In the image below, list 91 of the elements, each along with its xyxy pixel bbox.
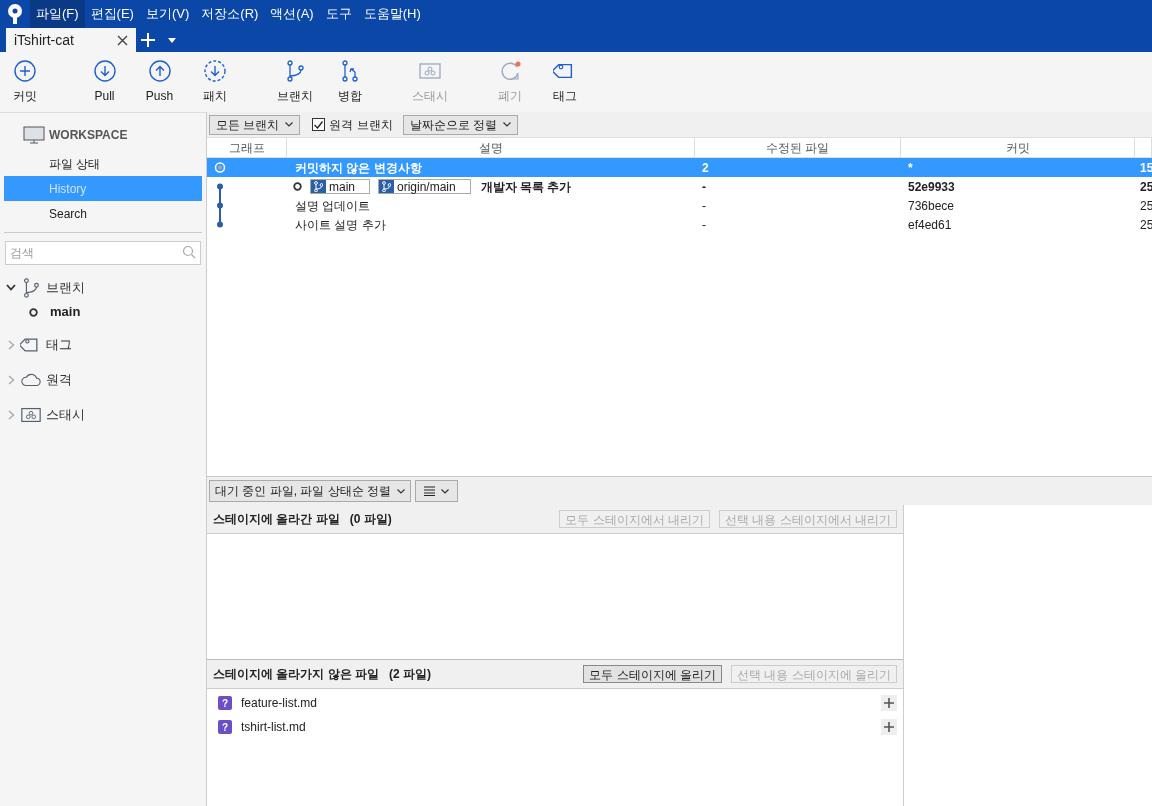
branch-icon bbox=[382, 181, 391, 192]
chevron-right-icon[interactable] bbox=[7, 339, 15, 350]
toolbar-button[interactable]: Pull bbox=[77, 54, 132, 110]
plus-icon bbox=[884, 698, 894, 708]
plus-icon bbox=[884, 722, 894, 732]
menu-item[interactable]: 보기(V) bbox=[139, 0, 196, 28]
chevron-down-icon bbox=[397, 488, 405, 494]
chevron-right-icon[interactable] bbox=[7, 374, 15, 385]
menu-item[interactable]: 파일(F) bbox=[30, 0, 85, 28]
file-status-badge: ? bbox=[218, 720, 232, 734]
chevron-down-icon bbox=[285, 122, 294, 127]
table-cell-text: - bbox=[701, 197, 707, 215]
sidebar-item[interactable]: 파일 상태 bbox=[4, 151, 202, 176]
column-header[interactable]: 설명 bbox=[287, 138, 695, 157]
commit-message: 커밋하지 않은 변경사항 bbox=[295, 159, 422, 177]
tree-item[interactable]: 원격 bbox=[46, 369, 72, 390]
panel-title: 스테이지에 올라간 파일 bbox=[213, 511, 340, 528]
stage-file-button[interactable] bbox=[881, 719, 897, 735]
table-cell-text: 25 bbox=[1139, 197, 1152, 215]
table-cell-text: 2 bbox=[701, 159, 710, 177]
list-icon bbox=[424, 486, 435, 496]
toolbar-button[interactable]: Push bbox=[132, 54, 187, 110]
table-cell-text: 25 bbox=[1139, 216, 1152, 234]
toolbar-button[interactable]: 브랜치 bbox=[267, 54, 322, 110]
stage-file-button[interactable] bbox=[881, 695, 897, 711]
checkbox-label: 원격 브랜치 bbox=[329, 116, 393, 134]
commit-row[interactable]: 설명 업데이트 - 736bece 25 bbox=[207, 196, 1152, 215]
column-header[interactable]: 수정된 파일 bbox=[695, 138, 901, 157]
search-field[interactable]: 검색 bbox=[5, 241, 201, 265]
chevron-down-icon bbox=[503, 122, 512, 127]
menu-item[interactable]: 저장소(R) bbox=[195, 0, 265, 28]
dashed-down-arrow-circle-icon bbox=[202, 59, 227, 83]
toolbar-button[interactable]: 커밋 bbox=[0, 54, 52, 110]
file-count: (0 파일) bbox=[349, 511, 392, 528]
file-name: feature-list.md bbox=[241, 695, 319, 712]
down-arrow-circle-icon bbox=[92, 59, 117, 83]
table-cell-text: ef4ed61 bbox=[907, 216, 953, 234]
file-status-badge: ? bbox=[218, 696, 232, 710]
checkbox[interactable] bbox=[312, 118, 326, 131]
file-row[interactable]: ? feature-list.md bbox=[207, 691, 903, 715]
menu-item[interactable]: 편집(E) bbox=[84, 0, 140, 28]
plus-circle-icon bbox=[12, 59, 37, 83]
table-cell-text: 52e9933 bbox=[907, 178, 956, 196]
table-cell-text: 736bece bbox=[907, 197, 956, 215]
chevron-down-icon[interactable] bbox=[6, 284, 16, 291]
commit-row[interactable]: 사이트 설명 추가 - ef4ed61 25 bbox=[207, 215, 1152, 234]
toolbar-button[interactable]: 패치 bbox=[187, 54, 242, 110]
chevron-right-icon[interactable] bbox=[7, 409, 15, 420]
commit-message: 설명 업데이트 bbox=[295, 197, 371, 215]
monitor-icon bbox=[23, 126, 45, 144]
column-header[interactable]: 커밋 bbox=[901, 138, 1135, 157]
table-cell-text: - bbox=[701, 178, 707, 196]
toolbar-button[interactable]: 태그 bbox=[537, 54, 592, 110]
branch-label: main bbox=[310, 179, 370, 194]
branch-item[interactable]: main bbox=[50, 302, 81, 322]
checkmark-icon bbox=[314, 120, 324, 129]
app-logo-icon bbox=[5, 3, 25, 25]
menu-item[interactable]: 액션(A) bbox=[264, 0, 320, 28]
column-header[interactable]: 그래프 bbox=[207, 138, 287, 157]
file-name: tshirt-list.md bbox=[241, 719, 307, 736]
branch-label: origin/main bbox=[378, 179, 471, 194]
branch-filter-dropdown[interactable]: 모든 브랜치 bbox=[209, 114, 301, 135]
section-heading: WORKSPACE bbox=[49, 127, 128, 144]
current-branch-circle-icon bbox=[293, 182, 302, 191]
tree-item[interactable]: 태그 bbox=[46, 334, 72, 355]
commit-node-icon bbox=[214, 196, 226, 215]
menu-item[interactable]: 도움말(H) bbox=[357, 0, 427, 28]
search-icon bbox=[182, 245, 196, 259]
sort-dropdown[interactable]: 날짜순으로 정렬 bbox=[402, 114, 519, 135]
up-arrow-circle-icon bbox=[147, 59, 172, 83]
table-cell-text: - bbox=[701, 216, 707, 234]
commit-message: 사이트 설명 추가 bbox=[295, 216, 386, 234]
file-count: (2 파일) bbox=[389, 666, 431, 683]
plus-icon bbox=[141, 33, 155, 47]
stage-button[interactable]: 모두 스테이지에 올리기 bbox=[583, 665, 722, 683]
caret-down-icon bbox=[168, 37, 176, 43]
file-row[interactable]: ? tshirt-list.md bbox=[207, 715, 903, 739]
sidebar-item[interactable]: Search bbox=[4, 201, 202, 226]
chevron-down-icon bbox=[441, 488, 449, 494]
file-sort-dropdown[interactable]: 대기 중인 파일, 파일 상태순 정렬 bbox=[209, 480, 411, 502]
repository-tab[interactable]: iTshirt-cat bbox=[6, 28, 136, 52]
tree-item[interactable]: 브랜치 bbox=[46, 277, 85, 298]
commit-message: 개발자 목록 추가 bbox=[480, 178, 572, 196]
view-mode-dropdown[interactable] bbox=[415, 480, 458, 502]
menu-item[interactable]: 도구 bbox=[319, 0, 358, 28]
tree-item[interactable]: 스태시 bbox=[46, 404, 85, 425]
toolbar-button[interactable]: 병합 bbox=[322, 54, 377, 110]
close-icon bbox=[117, 34, 128, 46]
panel-title: 스테이지에 올라가지 않은 파일 bbox=[213, 666, 379, 683]
table-cell-text: * bbox=[907, 159, 914, 177]
branch-icon bbox=[314, 181, 323, 192]
